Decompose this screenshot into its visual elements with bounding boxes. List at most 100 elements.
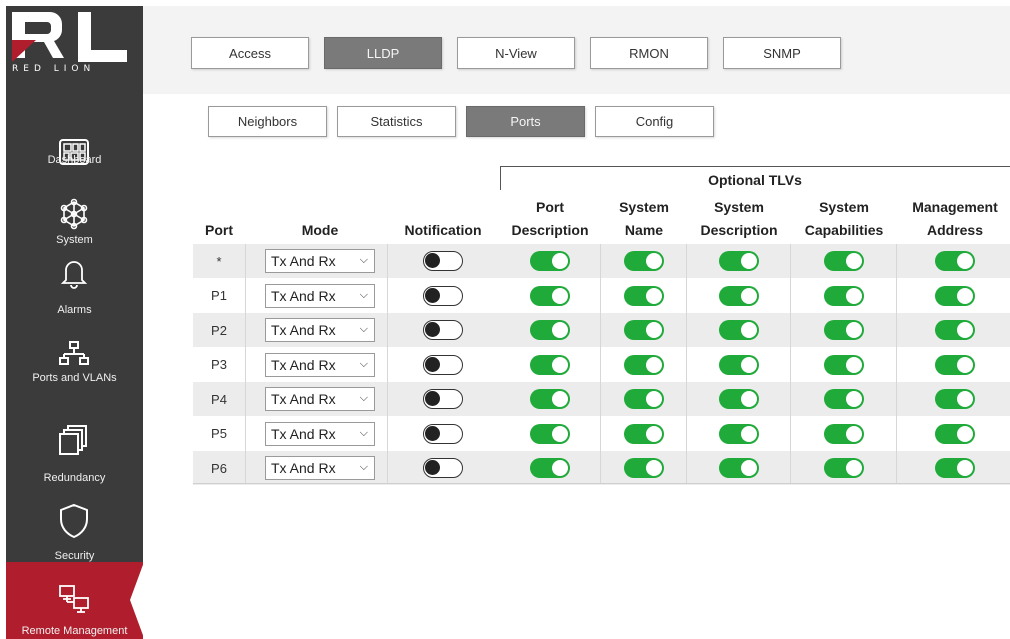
system-name-toggle[interactable] — [624, 285, 664, 306]
sidebar-item-alarms[interactable]: Alarms — [6, 242, 143, 322]
subtab-statistics[interactable]: Statistics — [337, 106, 456, 137]
mode-select[interactable]: Tx And Rx ⌵ — [265, 387, 375, 411]
toggle-knob — [646, 391, 662, 407]
port-description-toggle[interactable] — [530, 423, 570, 444]
management-address-toggle[interactable] — [935, 320, 975, 340]
toggle-knob — [646, 356, 662, 373]
port-cell: P6 — [193, 451, 245, 485]
system-capabilities-toggle[interactable] — [824, 285, 864, 306]
notification-toggle[interactable] — [423, 423, 463, 444]
notification-cell — [390, 451, 496, 485]
system-capabilities-toggle[interactable] — [824, 320, 864, 340]
port-description-cell — [500, 417, 600, 451]
notification-toggle[interactable] — [423, 285, 463, 306]
system-capabilities-toggle[interactable] — [824, 423, 864, 444]
bell-icon — [60, 261, 88, 289]
toggle-knob — [552, 253, 568, 269]
system-description-toggle[interactable] — [719, 423, 759, 444]
system-name-toggle[interactable] — [624, 251, 664, 271]
port-cell: P2 — [193, 313, 245, 347]
mode-select[interactable]: Tx And Rx ⌵ — [265, 283, 375, 308]
mode-select[interactable]: Tx And Rx ⌵ — [265, 421, 375, 446]
mode-select-value: Tx And Rx — [271, 356, 336, 373]
sidebar-item-label: Security — [54, 550, 95, 562]
system-name-toggle[interactable] — [624, 320, 664, 340]
toggle-knob — [425, 425, 440, 441]
notification-toggle[interactable] — [423, 251, 463, 271]
management-address-toggle[interactable] — [935, 423, 975, 444]
shield-icon — [60, 503, 88, 539]
management-address-cell — [900, 348, 1010, 382]
table-row: P6 Tx And Rx ⌵ — [193, 451, 1010, 485]
tab-rmon[interactable]: RMON — [590, 37, 708, 69]
system-capabilities-toggle[interactable] — [824, 389, 864, 409]
management-address-toggle[interactable] — [935, 389, 975, 409]
tab-snmp[interactable]: SNMP — [723, 37, 841, 69]
port-description-cell — [500, 279, 600, 313]
system-capabilities-toggle[interactable] — [824, 354, 864, 375]
tab-n-view[interactable]: N-View — [457, 37, 575, 69]
system-description-toggle[interactable] — [719, 354, 759, 375]
system-name-toggle[interactable] — [624, 423, 664, 444]
header-system-description-line2: Description — [700, 222, 778, 238]
toggle-knob — [846, 460, 862, 476]
subtab-config[interactable]: Config — [595, 106, 714, 137]
system-name-toggle[interactable] — [624, 389, 664, 409]
mode-select[interactable]: Tx And Rx ⌵ — [265, 249, 375, 273]
management-address-toggle[interactable] — [935, 285, 975, 306]
notification-toggle[interactable] — [423, 458, 463, 478]
mode-select[interactable]: Tx And Rx ⌵ — [265, 318, 375, 342]
management-address-toggle[interactable] — [935, 354, 975, 375]
column-divider — [387, 244, 388, 484]
column-divider — [896, 244, 897, 484]
mode-cell: Tx And Rx ⌵ — [255, 417, 385, 451]
port-description-toggle[interactable] — [530, 285, 570, 306]
system-name-toggle[interactable] — [624, 458, 664, 478]
subtab-neighbors[interactable]: Neighbors — [208, 106, 327, 137]
table-bottom-border — [193, 483, 1010, 484]
port-description-toggle[interactable] — [530, 251, 570, 271]
port-description-toggle[interactable] — [530, 389, 570, 409]
tab-access[interactable]: Access — [191, 37, 309, 69]
management-address-toggle[interactable] — [935, 251, 975, 271]
chevron-down-icon: ⌵ — [359, 461, 368, 473]
tab-lldp[interactable]: LLDP — [324, 37, 442, 69]
toggle-knob — [846, 253, 862, 269]
port-description-cell — [500, 244, 600, 278]
remote-management-icon — [59, 585, 89, 613]
system-capabilities-cell — [792, 244, 896, 278]
sidebar-item-redundancy[interactable]: Redundancy — [6, 404, 143, 484]
system-capabilities-toggle[interactable] — [824, 458, 864, 478]
sidebar-item-label: Remote Management — [21, 625, 128, 637]
sidebar-item-remote-management[interactable]: Remote Management — [6, 562, 144, 639]
system-icon — [60, 198, 88, 230]
red-lion-logo: RED LION — [6, 6, 143, 86]
mode-select[interactable]: Tx And Rx ⌵ — [265, 456, 375, 480]
toggle-knob — [957, 460, 973, 476]
toggle-knob — [846, 391, 862, 407]
management-address-toggle[interactable] — [935, 458, 975, 478]
chevron-down-icon: ⌵ — [359, 288, 368, 301]
sidebar-item-security[interactable]: Security — [6, 490, 143, 570]
notification-toggle[interactable] — [423, 389, 463, 409]
system-description-toggle[interactable] — [719, 389, 759, 409]
mode-select[interactable]: Tx And Rx ⌵ — [265, 352, 375, 377]
notification-toggle[interactable] — [423, 320, 463, 340]
toggle-knob — [425, 391, 440, 406]
port-description-toggle[interactable] — [530, 320, 570, 340]
header-port: Port — [205, 222, 233, 238]
system-description-toggle[interactable] — [719, 320, 759, 340]
subtab-ports[interactable]: Ports — [466, 106, 585, 137]
sidebar-item-ports-and-vlans[interactable]: Ports and VLANs — [6, 326, 143, 406]
notification-toggle[interactable] — [423, 354, 463, 375]
system-description-toggle[interactable] — [719, 285, 759, 306]
system-name-toggle[interactable] — [624, 354, 664, 375]
system-description-toggle[interactable] — [719, 251, 759, 271]
port-description-toggle[interactable] — [530, 354, 570, 375]
port-description-toggle[interactable] — [530, 458, 570, 478]
system-description-toggle[interactable] — [719, 458, 759, 478]
chevron-down-icon: ⌵ — [359, 254, 368, 266]
port-label: P2 — [211, 322, 227, 338]
system-capabilities-toggle[interactable] — [824, 251, 864, 271]
notification-cell — [390, 417, 496, 451]
